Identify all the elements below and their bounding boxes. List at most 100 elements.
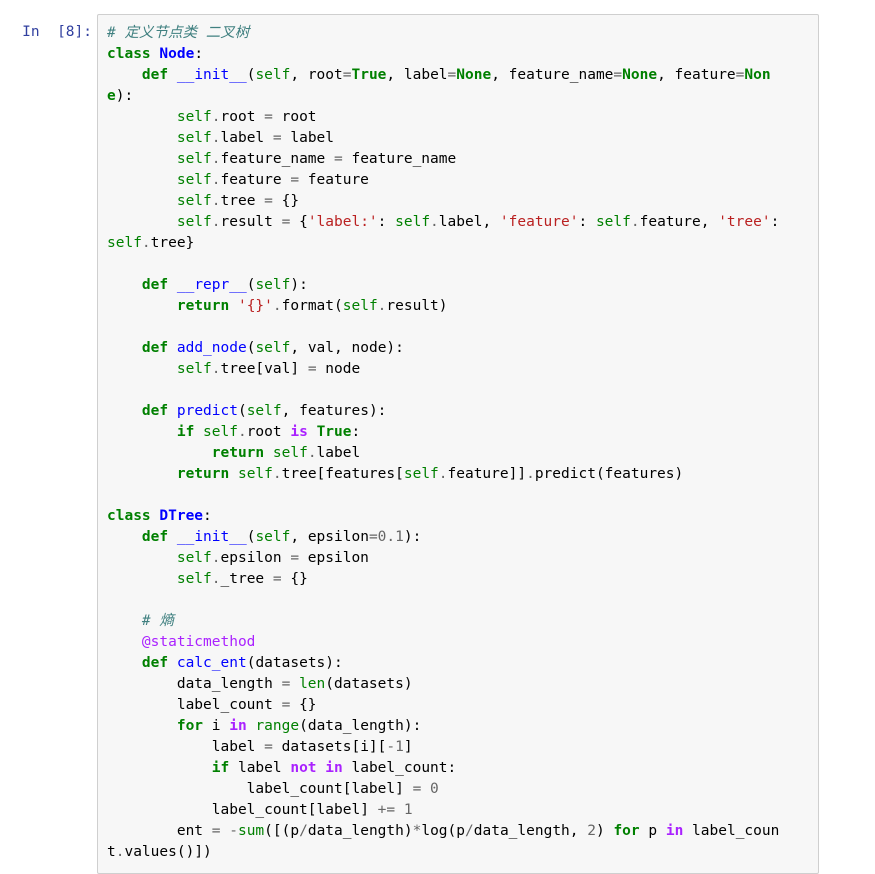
code-token: [ xyxy=(255,361,265,377)
code-token: : xyxy=(770,214,780,230)
code-line: return self.tree[features[self.feature]]… xyxy=(107,464,779,485)
code-token: ] xyxy=(290,361,300,377)
code-token: label xyxy=(316,445,361,461)
code-token: Node xyxy=(159,46,195,62)
code-line: ​ xyxy=(107,317,779,338)
code-token: , xyxy=(386,67,404,83)
code-token: ): xyxy=(403,718,422,734)
code-token: class xyxy=(107,508,151,524)
code-token: ): xyxy=(115,88,134,104)
code-token: range xyxy=(255,718,300,734)
code-token: ] xyxy=(395,781,404,797)
code-line: label_count = {} xyxy=(107,695,779,716)
code-token: calc_ent xyxy=(176,655,247,671)
code-token: tree xyxy=(150,235,186,251)
code-token: add_node xyxy=(176,340,247,356)
code-token: 'label:' xyxy=(307,214,378,230)
code-token: not xyxy=(290,760,317,776)
code-token: for xyxy=(176,718,204,734)
code-line: self.feature_name = feature_name xyxy=(107,149,779,170)
code-token: __repr__ xyxy=(176,277,247,293)
code-token: {} xyxy=(299,697,317,713)
code-token: self xyxy=(176,130,212,146)
code-line: class Node: xyxy=(107,44,779,65)
code-line: def __repr__(self): xyxy=(107,275,779,296)
code-token: ): xyxy=(290,277,308,293)
code-editor[interactable]: # 定义节点类 二叉树 class Node: def __init__ ( self… xyxy=(97,14,819,874)
code-token: feature_name xyxy=(342,151,457,167)
code-token: label xyxy=(403,67,448,83)
code-token: def xyxy=(141,340,169,356)
code-line: ​ xyxy=(107,590,779,611)
code-token: ]] xyxy=(508,466,527,482)
code-token: return xyxy=(176,466,230,482)
code-token: __init__ xyxy=(176,529,247,545)
code-line: def predict(self, features): xyxy=(107,401,779,422)
code-token: label xyxy=(229,760,291,776)
code-token: data_length xyxy=(307,823,404,839)
code-token: , xyxy=(290,67,308,83)
code-token: ent xyxy=(107,823,212,839)
code-token: datasets xyxy=(255,655,326,671)
code-line: ​ xyxy=(107,380,779,401)
code-token: ): xyxy=(403,529,422,545)
code-line: t.values()]) xyxy=(107,842,779,863)
code-token: = xyxy=(290,172,300,188)
code-line: class DTree: xyxy=(107,506,779,527)
code-token: ( xyxy=(299,718,308,734)
code-token: p xyxy=(456,823,466,839)
code-line: # 定义节点类 二叉树 xyxy=(107,23,779,44)
code-token: . xyxy=(526,466,535,482)
code-token: self xyxy=(255,529,291,545)
code-token: = xyxy=(613,67,623,83)
code-token: feature xyxy=(220,172,291,188)
code-line: ent = -sum([(p/data_length)*log(p/data_l… xyxy=(107,821,780,842)
code-token: data_length xyxy=(107,676,282,692)
code-token: self xyxy=(176,151,212,167)
code-token: data_length xyxy=(307,718,404,734)
code-token: self xyxy=(403,466,439,482)
code-token: . xyxy=(272,298,282,314)
code-line: for i in range(data_length): xyxy=(107,716,779,737)
code-token: feature_name xyxy=(508,67,614,83)
code-token: ) xyxy=(403,823,413,839)
code-token: features xyxy=(299,403,369,419)
code-token: label xyxy=(351,781,396,797)
code-token: 0 xyxy=(430,781,439,797)
code-token: . xyxy=(237,424,247,440)
code-token: log xyxy=(421,823,448,839)
code-line: self._tree = {} xyxy=(107,569,779,590)
code-token: label xyxy=(281,130,335,146)
code-token: # 定义节点类 二叉树 xyxy=(107,25,250,41)
code-token: ([( xyxy=(264,823,291,839)
code-token: ( xyxy=(334,298,343,314)
code-token: tree xyxy=(220,193,265,209)
code-token: . xyxy=(211,109,221,125)
code-token: 0.1 xyxy=(377,529,404,545)
code-token: tree xyxy=(281,466,317,482)
code-token: self xyxy=(176,109,212,125)
code-token: . xyxy=(211,571,221,587)
code-line: def add_node(self, val, node): xyxy=(107,338,779,359)
code-token: 1 xyxy=(395,739,404,755)
code-token: label_coun xyxy=(683,823,780,839)
code-token: , xyxy=(482,214,500,230)
code-text[interactable]: # 定义节点类 二叉树 class Node: def __init__ ( self… xyxy=(107,23,779,863)
code-line: self.result = {'label:': self.label, 'fe… xyxy=(107,212,779,233)
